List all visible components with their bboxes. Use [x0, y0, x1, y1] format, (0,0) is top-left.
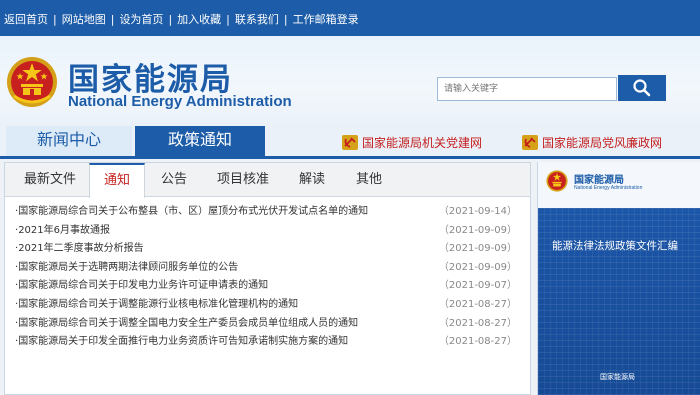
- list-item: ·国家能源局综合司关于印发电力业务许可证申请表的通知 （2021-09-07）: [15, 277, 521, 296]
- tab-notices[interactable]: 通知: [89, 163, 145, 198]
- notice-title-text: 国家能源局关于印发全面推行电力业务资质许可告知承诺制实施方案的通知: [18, 336, 349, 348]
- search-icon: [633, 79, 651, 97]
- notice-title[interactable]: ·国家能源局综合司关于印发电力业务许可证申请表的通知: [15, 277, 268, 296]
- divider: |: [110, 13, 115, 26]
- notice-date: （2021-09-09）: [438, 261, 517, 273]
- notice-title-text: 国家能源局综合司关于公布整县（市、区）屋顶分布式光伏开发试点名单的通知: [18, 206, 369, 217]
- notice-title[interactable]: ·国家能源局关于印发全面推行电力业务资质许可告知承诺制实施方案的通知: [15, 333, 348, 352]
- list-item: ·国家能源局关于印发全面推行电力业务资质许可告知承诺制实施方案的通知 （2021-…: [15, 333, 521, 352]
- banner-header: 国家能源局 National Energy Administration: [538, 162, 700, 208]
- nav-divider: [0, 156, 700, 159]
- notice-title-text: 国家能源局综合司关于调整能源行业核电标准化管理机构的通知: [18, 298, 299, 310]
- tab-announcements[interactable]: 公告: [145, 163, 203, 197]
- tab-interpretation[interactable]: 解读: [283, 163, 341, 197]
- link-add-favorite[interactable]: 加入收藏: [177, 13, 221, 26]
- notice-date: （2021-08-27）: [438, 336, 517, 348]
- notice-title[interactable]: ·国家能源局综合司关于公布整县（市、区）屋顶分布式光伏开发试点名单的通知: [15, 203, 368, 222]
- list-item: ·国家能源局关于选聘两期法律顾问服务单位的公告 （2021-09-09）: [15, 259, 521, 278]
- banner-footer: 国家能源局: [600, 373, 635, 381]
- search-input[interactable]: [437, 77, 617, 101]
- list-item: ·2021年6月事故通报 （2021-09-09）: [15, 222, 521, 241]
- national-emblem-icon: [546, 170, 568, 192]
- main-nav: 新闻中心 政策通知 国家能源局机关党建网 国家能源局党风廉政网: [0, 126, 700, 156]
- banner-title: 能源法律法规政策文件汇编: [552, 240, 678, 252]
- link-work-email-login[interactable]: 工作邮箱登录: [293, 13, 359, 26]
- category-tabs: 最新文件 通知 公告 项目核准 解读 其他: [5, 163, 530, 198]
- divider: |: [53, 13, 57, 26]
- party-emblem-icon: [342, 135, 358, 150]
- banner-background: [538, 208, 700, 395]
- link-contact-us[interactable]: 联系我们: [235, 13, 279, 26]
- top-utility-bar: 返回首页 | 网站地图 | 设为首页 | 加入收藏 | 联系我们 | 工作邮箱登录: [0, 0, 700, 36]
- notice-date: （2021-09-09）: [438, 243, 517, 255]
- divider: |: [226, 13, 230, 26]
- notice-date: （2021-08-27）: [438, 317, 517, 329]
- notice-title[interactable]: ·2021年6月事故通报: [15, 222, 110, 241]
- notice-title-text: 国家能源局综合司关于印发电力业务许可证申请表的通知: [18, 280, 269, 292]
- party-emblem-icon: [522, 135, 538, 150]
- list-item: ·国家能源局综合司关于调整能源行业核电标准化管理机构的通知 （2021-08-27…: [15, 296, 521, 315]
- top-links: 返回首页 | 网站地图 | 设为首页 | 加入收藏 | 联系我们 | 工作邮箱登录: [4, 11, 359, 27]
- list-item: ·国家能源局综合司关于公布整县（市、区）屋顶分布式光伏开发试点名单的通知 （202…: [15, 203, 521, 222]
- tab-other[interactable]: 其他: [341, 163, 397, 197]
- notice-list: ·国家能源局综合司关于公布整县（市、区）屋顶分布式光伏开发试点名单的通知 （202…: [15, 203, 521, 352]
- divider: |: [168, 13, 173, 26]
- divider: |: [283, 13, 288, 26]
- link-home[interactable]: 返回首页: [4, 13, 48, 26]
- party-building-label: 国家能源局机关党建网: [362, 136, 483, 150]
- nav-tab-news-center[interactable]: 新闻中心: [6, 126, 132, 156]
- notice-title[interactable]: ·国家能源局综合司关于调整能源行业核电标准化管理机构的通知: [15, 296, 298, 315]
- link-set-homepage[interactable]: 设为首页: [119, 13, 163, 26]
- notice-title-text: 2021年6月事故通报: [18, 224, 110, 236]
- site-header: 国家能源局 National Energy Administration: [0, 36, 700, 126]
- notice-title[interactable]: ·国家能源局综合司关于调整全国电力安全生产委员会成员单位组成人员的通知: [15, 315, 358, 334]
- search-button[interactable]: [618, 75, 666, 101]
- integrity-link[interactable]: 国家能源局党风廉政网: [522, 134, 662, 151]
- list-item: ·2021年二季度事故分析报告 （2021-09-09）: [15, 240, 521, 259]
- notice-title-text: 2021年二季度事故分析报告: [18, 243, 144, 255]
- link-sitemap[interactable]: 网站地图: [62, 13, 106, 26]
- integrity-label: 国家能源局党风廉政网: [542, 136, 663, 150]
- notice-date: （2021-09-09）: [438, 224, 517, 236]
- notice-date: （2021-09-14）: [438, 206, 517, 217]
- regulations-banner[interactable]: 国家能源局 National Energy Administration 能源法…: [537, 162, 700, 395]
- site-title-english[interactable]: National Energy Administration: [68, 93, 292, 110]
- national-emblem-icon: [7, 57, 57, 107]
- party-building-link[interactable]: 国家能源局机关党建网: [342, 134, 482, 151]
- tab-project-approval[interactable]: 项目核准: [203, 163, 283, 197]
- banner-logo-text: 国家能源局: [574, 175, 624, 186]
- nav-tab-policy-notices[interactable]: 政策通知: [135, 126, 265, 156]
- notice-date: （2021-08-27）: [438, 298, 517, 310]
- notice-title-text: 国家能源局综合司关于调整全国电力安全生产委员会成员单位组成人员的通知: [18, 317, 359, 329]
- notice-title[interactable]: ·国家能源局关于选聘两期法律顾问服务单位的公告: [15, 259, 238, 278]
- notice-panel: 最新文件 通知 公告 项目核准 解读 其他 ·国家能源局综合司关于公布整县（市、…: [4, 162, 531, 395]
- notice-title[interactable]: ·2021年二季度事故分析报告: [15, 240, 144, 259]
- banner-logo-english: National Energy Administration: [574, 185, 643, 191]
- notice-date: （2021-09-07）: [438, 280, 517, 292]
- tab-latest-files[interactable]: 最新文件: [11, 163, 89, 197]
- list-item: ·国家能源局综合司关于调整全国电力安全生产委员会成员单位组成人员的通知 （2021…: [15, 315, 521, 334]
- notice-title-text: 国家能源局关于选聘两期法律顾问服务单位的公告: [18, 261, 239, 273]
